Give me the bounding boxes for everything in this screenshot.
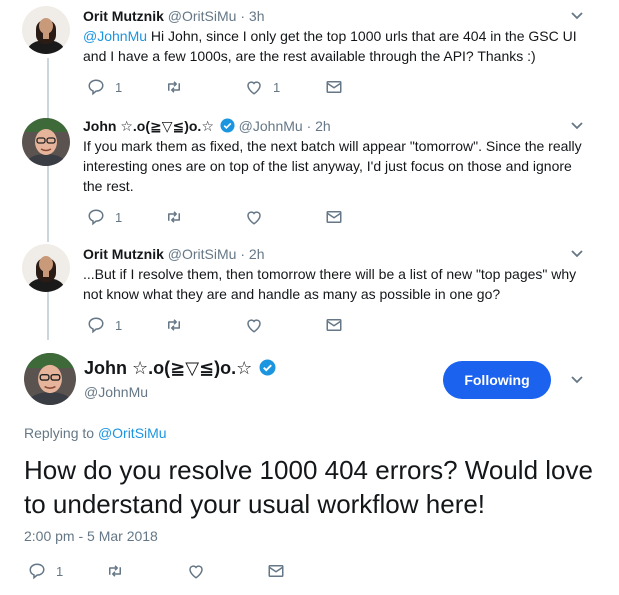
like-button[interactable]: [245, 208, 263, 226]
reply-button[interactable]: 1: [87, 316, 122, 334]
tweet-time[interactable]: 2h: [315, 118, 331, 134]
author-handle[interactable]: @OritSiMu: [168, 8, 237, 24]
reply-icon: [88, 317, 104, 334]
retweet-button[interactable]: [165, 208, 183, 226]
like-button[interactable]: 1: [245, 78, 280, 96]
author-name[interactable]: Orit Mutznik: [83, 8, 164, 24]
tweet-actions: 1: [24, 562, 444, 582]
author-name[interactable]: John ☆.o(≧▽≦)o.☆: [84, 358, 252, 378]
reply-icon: [29, 563, 45, 580]
dm-button[interactable]: [267, 562, 285, 580]
author-name[interactable]: Orit Mutznik: [83, 246, 164, 262]
tweet-text: ...But if I resolve them, then tomorrow …: [83, 266, 577, 302]
reply-icon: [88, 79, 104, 96]
like-button[interactable]: [187, 562, 205, 580]
verified-badge-icon: [220, 118, 235, 133]
avatar[interactable]: [22, 118, 70, 166]
retweet-button[interactable]: [165, 78, 183, 96]
retweet-button[interactable]: [106, 562, 124, 580]
like-icon: [247, 319, 261, 333]
dm-icon: [326, 81, 342, 93]
tweet[interactable]: Orit Mutznik @OritSiMu · 3h @JohnMu Hi J…: [0, 0, 619, 108]
avatar[interactable]: [22, 244, 70, 292]
mention-link[interactable]: @JohnMu: [83, 28, 147, 44]
tweet-timestamp[interactable]: 2:00 pm - 5 Mar 2018: [24, 528, 158, 544]
retweet-button[interactable]: [165, 316, 183, 334]
separator: ·: [240, 8, 246, 24]
dm-icon: [326, 319, 342, 331]
tweet-actions: 1: [83, 208, 503, 228]
author-handle[interactable]: @JohnMu: [239, 118, 303, 134]
tweet-time[interactable]: 2h: [249, 246, 265, 262]
author-handle[interactable]: @JohnMu: [84, 384, 148, 400]
tweet-text: How do you resolve 1000 404 errors? Woul…: [24, 455, 593, 519]
tweet-text: If you mark them as fixed, the next batc…: [83, 138, 582, 194]
retweet-icon: [168, 319, 180, 331]
author-name-row: John ☆.o(≧▽≦)o.☆: [84, 358, 276, 379]
retweet-icon: [168, 81, 180, 93]
like-icon: [247, 81, 261, 95]
author-name[interactable]: John ☆.o(≧▽≦)o.☆: [83, 118, 214, 134]
retweet-icon: [109, 565, 121, 577]
tweet[interactable]: Orit Mutznik @OritSiMu · 2h ...But if I …: [0, 242, 619, 338]
reply-icon: [88, 209, 104, 226]
mention-link[interactable]: @OritSiMu: [98, 425, 167, 441]
replying-to: Replying to @OritSiMu: [24, 425, 167, 441]
author-handle[interactable]: @OritSiMu: [168, 246, 237, 262]
chevron-down-icon[interactable]: [571, 376, 583, 384]
tweet-time[interactable]: 3h: [249, 8, 265, 24]
verified-badge-icon: [259, 359, 276, 376]
like-icon: [247, 211, 261, 225]
tweet-actions: 1: [83, 316, 503, 336]
separator: ·: [306, 118, 312, 134]
chevron-down-icon[interactable]: [571, 250, 583, 258]
dm-button[interactable]: [325, 208, 343, 226]
reply-button[interactable]: 1: [28, 562, 63, 580]
tweet-text: @JohnMu Hi John, since I only get the to…: [83, 28, 577, 64]
like-icon: [189, 565, 203, 579]
separator: ·: [240, 246, 246, 262]
chevron-down-icon[interactable]: [571, 122, 583, 130]
dm-icon: [326, 211, 342, 223]
avatar[interactable]: [24, 353, 76, 405]
reply-button[interactable]: 1: [87, 78, 122, 96]
tweet[interactable]: John ☆.o(≧▽≦)o.☆ @JohnMu · 2h If you mar…: [0, 114, 619, 232]
dm-icon: [268, 565, 284, 577]
dm-button[interactable]: [325, 316, 343, 334]
retweet-icon: [168, 211, 180, 223]
avatar[interactable]: [22, 6, 70, 54]
dm-button[interactable]: [325, 78, 343, 96]
chevron-down-icon[interactable]: [571, 12, 583, 20]
reply-button[interactable]: 1: [87, 208, 122, 226]
following-button[interactable]: Following: [443, 361, 551, 399]
like-button[interactable]: [245, 316, 263, 334]
tweet-actions: 1 1: [83, 78, 503, 98]
